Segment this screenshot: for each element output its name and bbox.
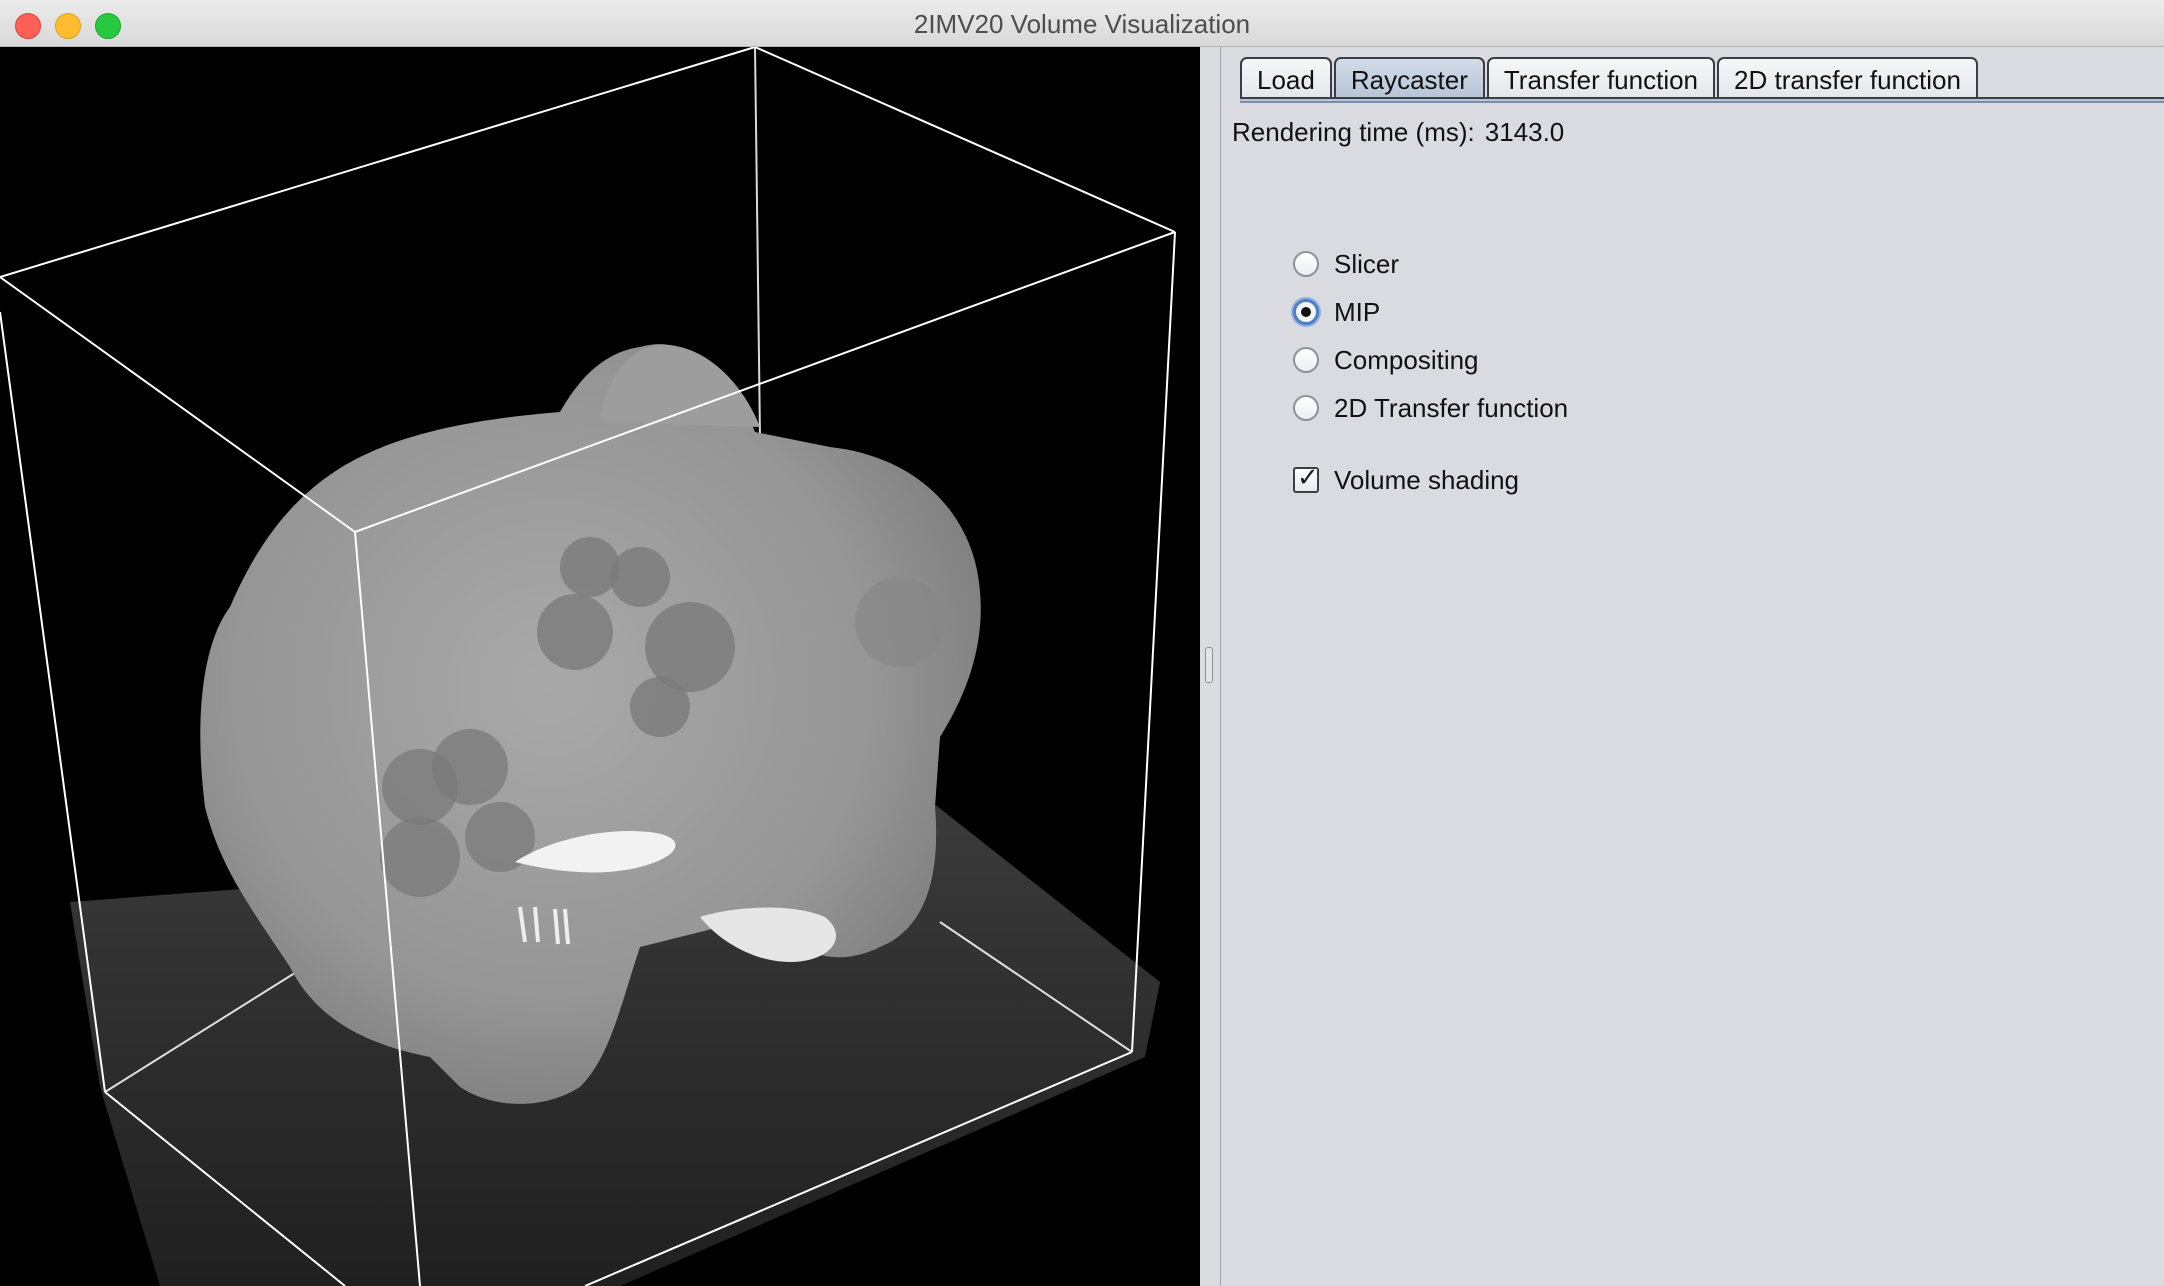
volume-shading-option[interactable]: ✓ Volume shading [1293, 463, 1519, 497]
rendering-time-label: Rendering time (ms): [1232, 117, 1475, 147]
radio-compositing[interactable]: Compositing [1293, 343, 1479, 377]
volume-render-canvas[interactable] [0, 47, 1200, 1286]
app-window: 2IMV20 Volume Visualization Load Raycast… [0, 0, 2164, 1286]
radio-label: 2D Transfer function [1334, 392, 1569, 423]
split-pane-divider[interactable] [1200, 47, 1221, 1286]
title-bar: 2IMV20 Volume Visualization [0, 0, 2164, 47]
radio-button[interactable] [1293, 347, 1319, 373]
volume-shading-label: Volume shading [1334, 464, 1520, 495]
grip-icon[interactable] [1205, 647, 1213, 683]
radio-label: Slicer [1334, 248, 1400, 279]
tab-raycaster[interactable]: Raycaster [1333, 57, 1485, 99]
window-title: 2IMV20 Volume Visualization [913, 9, 1251, 39]
radio-button[interactable] [1293, 395, 1319, 421]
rendering-time-value: 3143.0 [1484, 117, 1565, 147]
control-panel: Load Raycaster Transfer function 2D tran… [1221, 47, 2164, 1286]
radio-label: MIP [1334, 296, 1381, 327]
tab-load[interactable]: Load [1240, 57, 1332, 99]
radio-label: Compositing [1334, 344, 1479, 375]
checkmark-icon: ✓ [1297, 463, 1319, 493]
tab-content-border [1240, 97, 2164, 103]
tab-transfer-function[interactable]: Transfer function [1486, 57, 1716, 99]
tab-bar: Load Raycaster Transfer function 2D tran… [1240, 55, 1980, 99]
radio-button-selected[interactable] [1293, 299, 1319, 325]
radio-button[interactable] [1293, 251, 1319, 277]
radio-mip[interactable]: MIP [1293, 295, 1380, 329]
volume-render-image[interactable] [0, 47, 1200, 1286]
radio-2d-transfer-function[interactable]: 2D Transfer function [1293, 391, 1568, 425]
rendering-time: Rendering time (ms): 3143.0 [1232, 117, 1564, 148]
volume-shading-checkbox[interactable]: ✓ [1293, 463, 1319, 493]
tab-2d-transfer-function[interactable]: 2D transfer function [1717, 57, 1978, 99]
radio-slicer[interactable]: Slicer [1293, 247, 1399, 281]
